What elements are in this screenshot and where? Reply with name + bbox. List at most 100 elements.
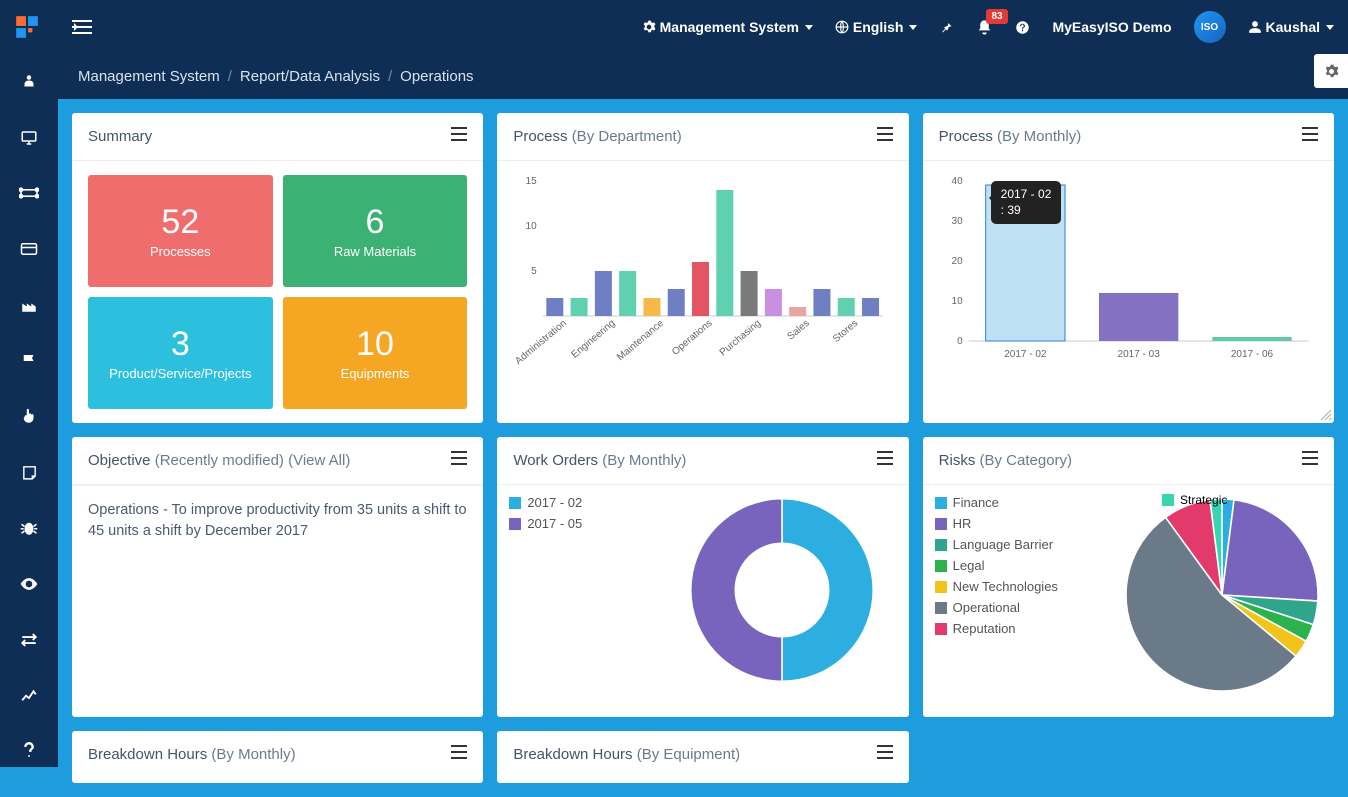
monitor-icon xyxy=(20,129,38,147)
svg-text:2017 - 06: 2017 - 06 xyxy=(1231,349,1274,360)
svg-text:20: 20 xyxy=(951,256,963,267)
panel-menu-button[interactable] xyxy=(451,745,467,764)
management-system-dropdown[interactable]: Management System xyxy=(642,19,813,35)
sidebar-item-flag[interactable] xyxy=(0,345,58,377)
sidebar-item-note[interactable] xyxy=(0,456,58,488)
view-all-link[interactable]: (View All) xyxy=(288,452,350,469)
legend-item: 2017 - 02 xyxy=(509,495,582,510)
chart-process-dept: 51015AdministrationEngineeringMaintenanc… xyxy=(509,171,896,371)
hamburger-icon xyxy=(877,451,893,465)
management-system-label: Management System xyxy=(660,19,799,35)
breadcrumb-l2[interactable]: Report/Data Analysis xyxy=(240,68,380,85)
legend-item: Reputation xyxy=(935,621,1058,636)
summary-tile[interactable]: 10Equipments xyxy=(283,297,468,409)
pin-button[interactable] xyxy=(939,20,954,35)
breadcrumb-l1[interactable]: Management System xyxy=(78,68,220,85)
panel-breakdown-equipment: Breakdown Hours (By Equipment) xyxy=(497,731,908,783)
tile-label: Product/Service/Projects xyxy=(109,366,251,381)
sidebar-item-bug[interactable] xyxy=(0,512,58,544)
hand-icon xyxy=(20,407,38,425)
breadcrumb-sep: / xyxy=(388,68,392,85)
caret-down-icon xyxy=(1326,25,1334,30)
svg-text:Administration: Administration xyxy=(514,318,570,367)
help-button[interactable] xyxy=(1015,20,1030,35)
panel-breakdown-monthly: Breakdown Hours (By Monthly) xyxy=(72,731,483,783)
sidebar-item-people[interactable] xyxy=(0,66,58,98)
transfer-icon xyxy=(20,632,38,648)
legend-item: Operational xyxy=(935,600,1058,615)
panel-process-monthly: Process (By Monthly) 0102030402017 - 022… xyxy=(923,113,1334,423)
summary-tile[interactable]: 52 Processes xyxy=(88,175,273,287)
hamburger-icon xyxy=(1302,451,1318,465)
panel-menu-button[interactable] xyxy=(451,127,467,146)
page-settings-button[interactable] xyxy=(1314,54,1348,88)
top-nav: Management System English 83 MyEasyISO D… xyxy=(0,0,1348,54)
sidebar-item-industry[interactable] xyxy=(0,289,58,321)
summary-tile[interactable]: 6Raw Materials xyxy=(283,175,468,287)
legend-item: Language Barrier xyxy=(935,537,1058,552)
notifications-button[interactable]: 83 xyxy=(976,19,993,36)
hamburger-icon xyxy=(877,127,893,141)
sidebar-item-help[interactable] xyxy=(0,735,58,767)
pin-icon xyxy=(939,20,954,35)
bug-icon xyxy=(20,519,38,537)
svg-text:Operations: Operations xyxy=(670,318,715,358)
panel-menu-button[interactable] xyxy=(877,745,893,764)
legend-item: Finance xyxy=(935,495,1058,510)
panel-title: Breakdown Hours (By Monthly) xyxy=(88,746,296,763)
sidebar-item-display[interactable] xyxy=(0,122,58,154)
panel-menu-button[interactable] xyxy=(1302,127,1318,146)
gear-icon xyxy=(1324,64,1339,79)
tile-value: 10 xyxy=(356,325,394,364)
panel-menu-button[interactable] xyxy=(877,451,893,470)
question-icon xyxy=(23,742,35,760)
breadcrumb-sep: / xyxy=(228,68,232,85)
hamburger-icon xyxy=(1302,127,1318,141)
panel-risks: Risks (By Category) FinanceHRLanguage Ba… xyxy=(923,437,1334,717)
chart-work-orders-donut xyxy=(687,495,877,685)
brand-label[interactable]: MyEasyISO Demo xyxy=(1052,19,1171,35)
sidebar-item-eye[interactable] xyxy=(0,568,58,600)
tile-value: 52 xyxy=(161,203,199,242)
app-logo xyxy=(14,14,40,40)
svg-text:15: 15 xyxy=(526,176,538,187)
caret-down-icon xyxy=(909,25,917,30)
hamburger-icon xyxy=(451,745,467,759)
panel-title: Breakdown Hours (By Equipment) xyxy=(513,746,740,763)
globe-icon xyxy=(835,20,849,34)
sidebar-item-flow[interactable] xyxy=(0,178,58,210)
user-icon xyxy=(1248,20,1262,34)
note-icon xyxy=(21,464,38,481)
caret-down-icon xyxy=(805,25,813,30)
svg-text:10: 10 xyxy=(526,221,538,232)
svg-text:Maintenance: Maintenance xyxy=(615,318,666,364)
sidebar-toggle-button[interactable] xyxy=(68,16,96,38)
user-dropdown[interactable]: Kaushal xyxy=(1248,19,1334,35)
panel-title: Process (By Monthly) xyxy=(939,128,1082,145)
panel-menu-button[interactable] xyxy=(1302,451,1318,470)
card-icon xyxy=(20,242,38,256)
svg-text:2017 - 02: 2017 - 02 xyxy=(1004,349,1047,360)
sidebar-item-pointer[interactable] xyxy=(0,401,58,433)
flow-icon xyxy=(19,185,39,201)
svg-text:0: 0 xyxy=(957,336,963,347)
user-label: Kaushal xyxy=(1266,19,1320,35)
svg-text:Engineering: Engineering xyxy=(570,318,618,361)
sidebar-item-analytics[interactable] xyxy=(0,679,58,711)
resize-handle-icon[interactable] xyxy=(1320,409,1332,421)
panel-menu-button[interactable] xyxy=(451,451,467,470)
sidebar-item-transfer[interactable] xyxy=(0,624,58,656)
panel-title: Work Orders (By Monthly) xyxy=(513,452,686,469)
panel-menu-button[interactable] xyxy=(877,127,893,146)
svg-text:Sales: Sales xyxy=(786,318,812,343)
language-dropdown[interactable]: English xyxy=(835,19,918,35)
legend-item: 2017 - 05 xyxy=(509,516,582,531)
dashboard-content: Summary 52Processes6Raw Materials3Produc… xyxy=(58,99,1348,797)
factory-icon xyxy=(20,296,38,314)
app-avatar[interactable]: ISO xyxy=(1194,11,1226,43)
tile-label: Processes xyxy=(150,244,211,259)
summary-tile[interactable]: 3Product/Service/Projects xyxy=(88,297,273,409)
chart-tooltip: 2017 - 02: 39 xyxy=(991,181,1062,224)
sidebar-item-card[interactable] xyxy=(0,233,58,265)
panel-objective: Objective (Recently modified) (View All)… xyxy=(72,437,483,717)
